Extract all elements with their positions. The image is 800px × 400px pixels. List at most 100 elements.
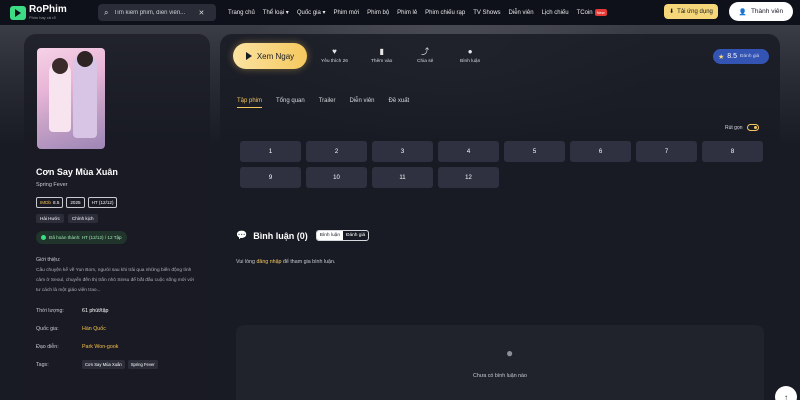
tab-episodes[interactable]: Tập phim xyxy=(237,98,263,108)
intro-text: Câu chuyện kể về Yun Bom, người sau khi … xyxy=(36,268,194,293)
nav-new-movies[interactable]: Phim mới xyxy=(334,10,360,16)
movie-poster xyxy=(37,48,105,149)
download-app-button[interactable]: ⬇ Tải ứng dụng xyxy=(664,4,718,19)
like-button[interactable]: ♥ Yêu thích 26 xyxy=(321,47,348,65)
member-button[interactable]: 👤 Thành viên xyxy=(729,2,793,21)
imdb-tag: IMDb 8.5 xyxy=(36,197,64,208)
share-button[interactable]: ⤴ Chia sẻ xyxy=(417,47,434,65)
login-prefix: Vui lòng xyxy=(236,259,255,265)
nav-home[interactable]: Trang chủ xyxy=(228,10,255,16)
genre-chip[interactable]: Hài Hước xyxy=(36,214,64,223)
search-input[interactable] xyxy=(113,9,194,16)
tag-chip[interactable]: Cơn Say Mùa Xuân xyxy=(82,360,125,369)
empty-comments-text: Chưa có bình luận nào xyxy=(473,373,527,379)
imdb-label: IMDb xyxy=(40,200,51,205)
tab-recommended[interactable]: Đề xuất xyxy=(389,98,410,108)
login-note: Vui lòng đăng nhập để tham gia bình luận… xyxy=(236,259,335,265)
logo-tagline: Phim hay cả rổ xyxy=(29,15,56,20)
nav-actors[interactable]: Diễn viên xyxy=(509,10,534,16)
play-icon xyxy=(245,52,252,60)
nav-tcoin[interactable]: TCoin New xyxy=(576,8,607,16)
nav-schedule[interactable]: Lịch chiếu xyxy=(542,10,569,16)
episode-button[interactable]: 3 xyxy=(372,141,433,162)
meta-tags: IMDb 8.5 2025 HT (12/12) xyxy=(36,197,198,208)
director-value[interactable]: Park Won-gook xyxy=(82,344,118,350)
scroll-to-top-button[interactable]: ↑ xyxy=(775,386,797,400)
collapse-control: Rút gọn xyxy=(725,124,759,131)
share-icon: ⤴ xyxy=(421,47,430,56)
tab-trailer[interactable]: Trailer xyxy=(319,98,336,108)
comments-mode-toggle: Bình luận Đánh giá xyxy=(315,230,370,241)
login-link[interactable]: đăng nhập xyxy=(256,259,281,265)
tab-cast[interactable]: Diễn viên xyxy=(350,98,375,108)
empty-comments-box: ● Chưa có bình luận nào xyxy=(236,325,764,400)
search-box[interactable]: ⌕ ✕ xyxy=(98,4,216,21)
episode-button[interactable]: 2 xyxy=(306,141,367,162)
add-label: Thêm vào xyxy=(371,59,393,64)
episodes-tag: HT (12/12) xyxy=(87,197,118,208)
episode-button[interactable]: 7 xyxy=(636,141,697,162)
comments-icon: 💬 xyxy=(236,230,248,240)
watch-now-label: Xem Ngay xyxy=(256,51,295,61)
episode-button[interactable]: 1 xyxy=(240,141,301,162)
status-badge: Đã hoàn thành: HT (12/12) / 12 Tập xyxy=(36,231,127,244)
logo[interactable]: RoPhim Phim hay cả rổ xyxy=(10,5,98,20)
rating-button[interactable]: ★ 8.5 Đánh giá xyxy=(713,49,769,64)
top-header: RoPhim Phim hay cả rổ ⌕ ✕ Trang chủ Thể … xyxy=(0,0,800,25)
watch-now-button[interactable]: Xem Ngay xyxy=(233,43,307,69)
episode-button[interactable]: 9 xyxy=(240,167,301,188)
comment-button[interactable]: ● Bình luận xyxy=(460,47,481,65)
bookmark-icon: ▮ xyxy=(379,47,384,56)
nav-tcoin-label: TCoin xyxy=(576,9,593,16)
nav-cinema[interactable]: Phim chiếu rạp xyxy=(425,10,465,16)
duration-row: Thời lượng: 61 phút/tập xyxy=(36,308,198,314)
episode-button[interactable]: 8 xyxy=(702,141,763,162)
comment-label: Bình luận xyxy=(460,59,481,64)
toggle-comments[interactable]: Bình luận xyxy=(316,231,343,240)
collapse-label: Rút gọn xyxy=(725,124,743,131)
country-row: Quốc gia: Hàn Quốc xyxy=(36,326,198,332)
nav-series[interactable]: Phim bộ xyxy=(367,10,389,16)
main-panel: Xem Ngay ♥ Yêu thích 26 ▮ Thêm vào ⤴ Chi… xyxy=(220,34,780,400)
clear-icon[interactable]: ✕ xyxy=(198,9,204,17)
collapse-toggle[interactable] xyxy=(746,124,759,131)
genre-chip[interactable]: Chính kịch xyxy=(67,214,98,223)
check-icon xyxy=(41,235,46,240)
download-app-label: Tải ứng dụng xyxy=(677,8,713,15)
movie-title: Cơn Say Mùa Xuân xyxy=(36,167,118,177)
country-label: Quốc gia: xyxy=(36,326,59,332)
like-label: Yêu thích 26 xyxy=(321,59,348,64)
comment-icon: ● xyxy=(467,47,473,56)
status-text: Đã hoàn thành: HT (12/12) / 12 Tập xyxy=(49,235,122,240)
tags-row: Tags: Cơn Say Mùa Xuân Spring Fever xyxy=(36,360,198,369)
episode-button[interactable]: 5 xyxy=(504,141,565,162)
detail-tabs: Tập phim Tổng quan Trailer Diễn viên Đề … xyxy=(237,98,409,108)
imdb-score: 8.5 xyxy=(52,200,60,205)
episode-button[interactable]: 4 xyxy=(438,141,499,162)
comments-header: 💬 Bình luận (0) Bình luận Đánh giá xyxy=(236,230,370,241)
episode-button[interactable]: 6 xyxy=(570,141,631,162)
intro-label: Giới thiệu: xyxy=(36,257,61,263)
toggle-reviews[interactable]: Đánh giá xyxy=(343,231,368,240)
episode-button[interactable]: 11 xyxy=(372,167,433,188)
user-icon: 👤 xyxy=(738,8,747,16)
main-nav: Trang chủ Thể loại ▾ Quốc gia ▾ Phim mới… xyxy=(228,8,607,16)
logo-name: RoPhim xyxy=(29,4,67,15)
duration-value: 61 phút/tập xyxy=(82,308,109,314)
genre-list: Hài Hước Chính kịch xyxy=(36,214,198,223)
nav-tv-shows[interactable]: TV Shows xyxy=(473,10,500,16)
nav-genres[interactable]: Thể loại ▾ xyxy=(263,9,289,16)
movie-original-title: Spring Fever xyxy=(36,182,68,188)
episode-button[interactable]: 10 xyxy=(306,167,367,188)
year-tag: 2025 xyxy=(66,197,85,208)
add-to-list-button[interactable]: ▮ Thêm vào xyxy=(371,47,393,65)
episode-button[interactable]: 12 xyxy=(438,167,499,188)
nav-single[interactable]: Phim lẻ xyxy=(397,10,417,16)
tab-overview[interactable]: Tổng quan xyxy=(276,98,305,108)
nav-countries[interactable]: Quốc gia ▾ xyxy=(297,9,326,16)
tag-chip[interactable]: Spring Fever xyxy=(127,360,158,369)
country-value[interactable]: Hàn Quốc xyxy=(82,326,106,332)
chat-bubble-icon: ● xyxy=(506,346,514,360)
share-label: Chia sẻ xyxy=(417,59,434,64)
heart-icon: ♥ xyxy=(332,47,337,56)
